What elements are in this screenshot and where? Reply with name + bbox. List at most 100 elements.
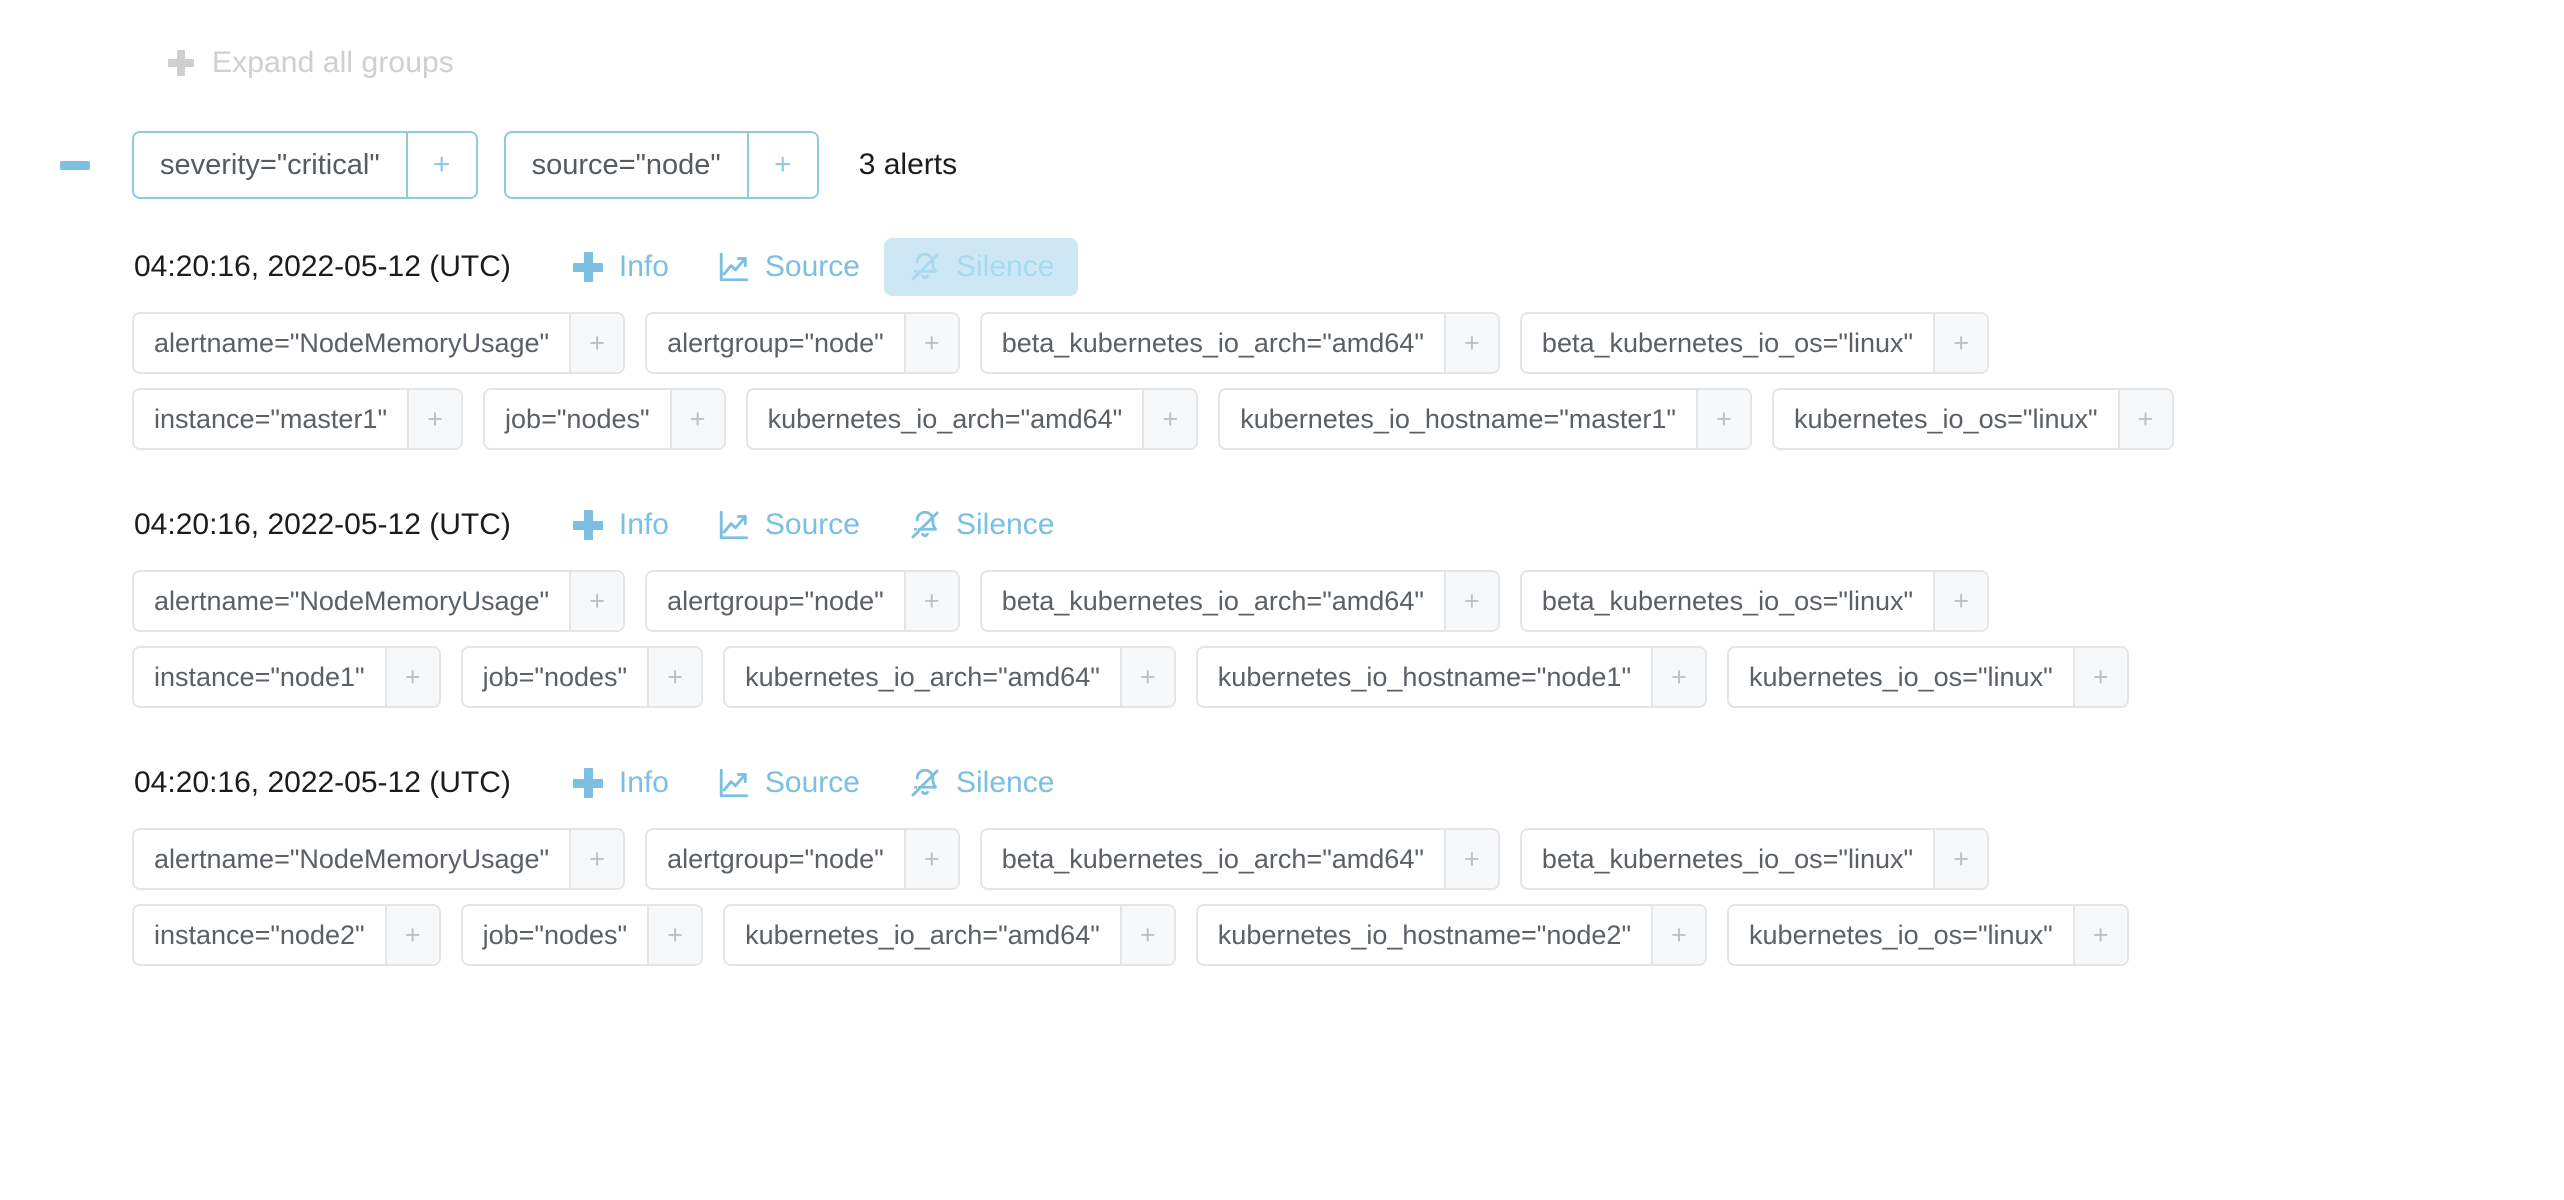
alert-label-row: instance="master1" + job="nodes" + kuber… [132, 388, 2564, 450]
alert-label-chip[interactable]: instance="master1" + [132, 388, 464, 450]
add-label-filter-icon[interactable]: + [1443, 314, 1498, 372]
alert-label-text: instance="master1" [154, 403, 388, 434]
alert-label-text: alertgroup="node" [667, 327, 884, 358]
source-label: Source [764, 250, 860, 283]
expand-all-groups-button[interactable]: Expand all groups [0, 0, 2564, 84]
alert-label-chip[interactable]: beta_kubernetes_io_arch="amd64" + [979, 828, 1500, 890]
alert-label-chip[interactable]: kubernetes_io_arch="amd64" + [745, 388, 1199, 450]
alert-label-text: kubernetes_io_os="linux" [1793, 403, 2098, 434]
silence-button[interactable]: Silence [884, 754, 1078, 812]
alert-label-chip[interactable]: alertname="NodeMemoryUsage" + [132, 312, 626, 374]
alert-label-text: job="nodes" [482, 661, 628, 692]
add-label-filter-icon[interactable]: + [1651, 648, 1706, 706]
add-label-filter-icon[interactable]: + [569, 572, 624, 630]
add-label-filter-icon[interactable]: + [669, 390, 724, 448]
alert-label-chip[interactable]: kubernetes_io_arch="amd64" + [723, 646, 1176, 708]
add-label-filter-icon[interactable]: + [1933, 314, 1988, 372]
source-label: Source [764, 766, 860, 799]
add-label-filter-icon[interactable]: + [903, 314, 958, 372]
expand-all-groups-label: Expand all groups [212, 46, 454, 79]
alert-label-chip[interactable]: alertname="NodeMemoryUsage" + [132, 828, 626, 890]
add-label-filter-icon[interactable]: + [1119, 906, 1174, 964]
info-button[interactable]: Info [547, 754, 693, 812]
add-label-filter-icon[interactable]: + [1443, 830, 1498, 888]
alert-actions: Info Source Silence [547, 238, 1079, 296]
alert-label-text: kubernetes_io_arch="amd64" [745, 919, 1100, 950]
add-label-filter-icon[interactable]: + [1933, 830, 1988, 888]
alert-label-text: alertname="NodeMemoryUsage" [154, 843, 550, 874]
alert-label-chip[interactable]: kubernetes_io_os="linux" + [1727, 904, 2129, 966]
add-label-filter-icon[interactable]: + [647, 648, 702, 706]
add-label-filter-icon[interactable]: + [384, 648, 439, 706]
alert-label-chip[interactable]: kubernetes_io_arch="amd64" + [723, 904, 1176, 966]
alert-label-chip[interactable]: alertgroup="node" + [645, 312, 960, 374]
alert-timestamp: 04:20:16, 2022-05-12 (UTC) [134, 508, 511, 541]
add-label-filter-icon[interactable]: + [569, 314, 624, 372]
add-label-filter-icon[interactable]: + [903, 830, 958, 888]
bell-slash-icon [908, 250, 942, 284]
alert-label-chip[interactable]: alertgroup="node" + [645, 570, 960, 632]
alert-label-row: alertname="NodeMemoryUsage" + alertgroup… [132, 570, 2564, 632]
alert-label-chip[interactable]: kubernetes_io_os="linux" + [1771, 388, 2174, 450]
alert-label-chip[interactable]: kubernetes_io_os="linux" + [1727, 646, 2129, 708]
add-label-filter-icon[interactable]: + [647, 906, 702, 964]
group-filter-chip-severity[interactable]: severity="critical" + [132, 131, 478, 199]
add-label-filter-icon[interactable]: + [1695, 390, 1750, 448]
alert-label-chip[interactable]: kubernetes_io_hostname="node1" + [1195, 646, 1708, 708]
add-label-filter-icon[interactable]: + [1443, 572, 1498, 630]
alert-label-text: instance="node2" [154, 919, 365, 950]
add-label-filter-icon[interactable]: + [1933, 572, 1988, 630]
alert-actions: Info Source Silence [547, 496, 1079, 554]
group-filter-label: severity="critical" [160, 148, 380, 181]
alert-label-chip[interactable]: job="nodes" + [460, 646, 704, 708]
alert-label-chip[interactable]: job="nodes" + [460, 904, 704, 966]
info-button[interactable]: Info [547, 496, 693, 554]
alert-label-text: beta_kubernetes_io_os="linux" [1541, 585, 1914, 616]
add-label-filter-icon[interactable]: + [384, 906, 439, 964]
silence-label: Silence [955, 250, 1055, 283]
alert-label-text: beta_kubernetes_io_arch="amd64" [1001, 327, 1424, 358]
add-label-filter-icon[interactable]: + [2072, 906, 2127, 964]
alert-label-chip[interactable]: kubernetes_io_hostname="master1" + [1218, 388, 1752, 450]
info-button[interactable]: Info [547, 238, 693, 296]
source-button[interactable]: Source [693, 496, 884, 554]
add-label-filter-icon[interactable]: + [2072, 648, 2127, 706]
add-label-filter-icon[interactable]: + [1142, 390, 1197, 448]
alert-label-chip[interactable]: kubernetes_io_hostname="node2" + [1195, 904, 1708, 966]
group-filter-label: source="node" [531, 148, 721, 181]
alert-label-chip[interactable]: beta_kubernetes_io_os="linux" + [1519, 828, 1990, 890]
add-filter-icon[interactable]: + [746, 133, 817, 197]
alert-label-chip[interactable]: beta_kubernetes_io_arch="amd64" + [979, 312, 1500, 374]
alert-label-chip[interactable]: instance="node1" + [132, 646, 441, 708]
add-label-filter-icon[interactable]: + [569, 830, 624, 888]
alert-label-chip[interactable]: job="nodes" + [483, 388, 726, 450]
alert-label-chip[interactable]: alertname="NodeMemoryUsage" + [132, 570, 626, 632]
alert-label-chip[interactable]: beta_kubernetes_io_os="linux" + [1519, 570, 1990, 632]
add-filter-icon[interactable]: + [405, 133, 476, 197]
alert-label-row: instance="node1" + job="nodes" + kuberne… [132, 646, 2564, 708]
source-button[interactable]: Source [693, 754, 884, 812]
alert-label-text: beta_kubernetes_io_arch="amd64" [1001, 585, 1424, 616]
alert-label-chip[interactable]: alertgroup="node" + [645, 828, 960, 890]
alert-label-chip[interactable]: instance="node2" + [132, 904, 441, 966]
silence-button[interactable]: Silence [883, 238, 1079, 296]
source-button[interactable]: Source [693, 238, 884, 296]
alert-label-text: alertname="NodeMemoryUsage" [154, 585, 550, 616]
silence-button[interactable]: Silence [884, 496, 1078, 554]
chart-line-icon [717, 250, 751, 284]
alert-item: 04:20:16, 2022-05-12 (UTC) Info Source S… [132, 236, 2564, 450]
alert-label-text: kubernetes_io_arch="amd64" [767, 403, 1123, 434]
add-label-filter-icon[interactable]: + [1651, 906, 1706, 964]
group-filter-chip-source[interactable]: source="node" + [503, 131, 819, 199]
alert-label-chip[interactable]: beta_kubernetes_io_arch="amd64" + [979, 570, 1500, 632]
source-label: Source [764, 508, 860, 541]
add-label-filter-icon[interactable]: + [903, 572, 958, 630]
add-label-filter-icon[interactable]: + [2117, 390, 2172, 448]
alertmanager-alert-list: Expand all groups severity="critical" + … [0, 0, 2564, 1200]
plus-icon [168, 50, 194, 76]
alert-label-chip[interactable]: beta_kubernetes_io_os="linux" + [1519, 312, 1990, 374]
plus-icon [571, 250, 605, 284]
add-label-filter-icon[interactable]: + [407, 390, 462, 448]
collapse-group-button[interactable] [60, 160, 108, 170]
add-label-filter-icon[interactable]: + [1119, 648, 1174, 706]
